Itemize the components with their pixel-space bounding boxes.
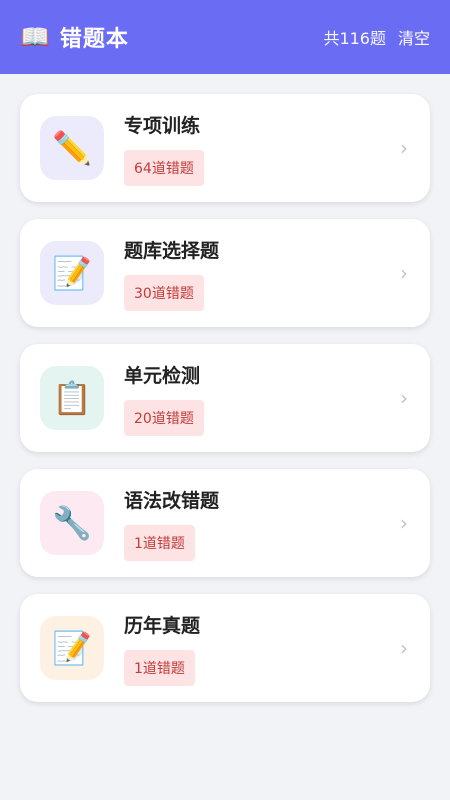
category-card-special-training[interactable]: ✏️ 专项训练 64道错题 › xyxy=(20,94,430,202)
wrench-icon: 🔧 xyxy=(40,491,104,555)
error-count-badge: 1道错题 xyxy=(124,524,195,561)
card-info: 专项训练 64道错题 xyxy=(124,111,204,186)
chevron-right-icon: › xyxy=(400,136,408,160)
header-left: 📖 错题本 xyxy=(20,21,129,53)
chevron-right-icon: › xyxy=(400,386,408,410)
card-info: 语法改错题 1道错题 xyxy=(124,486,219,561)
category-card-grammar-correction[interactable]: 🔧 语法改错题 1道错题 › xyxy=(20,469,430,577)
category-card-question-bank[interactable]: 📝 题库选择题 30道错题 › xyxy=(20,219,430,327)
clear-button[interactable]: 清空 xyxy=(398,25,430,49)
chevron-right-icon: › xyxy=(400,511,408,535)
error-count-badge: 30道错题 xyxy=(124,274,204,311)
clipboard-icon: 📋 xyxy=(40,366,104,430)
category-name: 语法改错题 xyxy=(124,489,220,512)
category-list: ✏️ 专项训练 64道错题 › 📝 题库选择题 30道错题 › 📋 单元检测 2… xyxy=(20,94,430,719)
error-count-badge: 64道错题 xyxy=(124,149,204,186)
chevron-right-icon: › xyxy=(400,261,408,285)
open-book-icon: 📖 xyxy=(20,23,50,51)
pencil-icon: ✏️ xyxy=(40,116,104,180)
category-card-past-exams[interactable]: 📝 历年真题 1道错题 › xyxy=(20,594,430,702)
page-title: 错题本 xyxy=(59,27,129,52)
card-info: 历年真题 1道错题 xyxy=(124,611,200,686)
memo-icon: 📝 xyxy=(40,241,104,305)
chevron-right-icon: › xyxy=(400,636,408,660)
card-info: 题库选择题 30道错题 xyxy=(124,236,219,311)
category-card-unit-test[interactable]: 📋 单元检测 20道错题 › xyxy=(20,344,430,452)
card-info: 单元检测 20道错题 xyxy=(124,361,204,436)
error-count-badge: 1道错题 xyxy=(124,649,195,686)
category-name: 专项训练 xyxy=(124,114,201,137)
category-name: 历年真题 xyxy=(124,614,201,637)
total-count: 共116题 xyxy=(323,29,386,48)
memo-icon: 📝 xyxy=(40,616,104,680)
category-name: 单元检测 xyxy=(124,364,201,387)
category-name: 题库选择题 xyxy=(124,239,220,262)
top-bar: 📖 错题本 共116题 清空 xyxy=(0,0,450,74)
error-count-badge: 20道错题 xyxy=(124,399,204,436)
header-right: 共116题 清空 xyxy=(323,25,430,49)
